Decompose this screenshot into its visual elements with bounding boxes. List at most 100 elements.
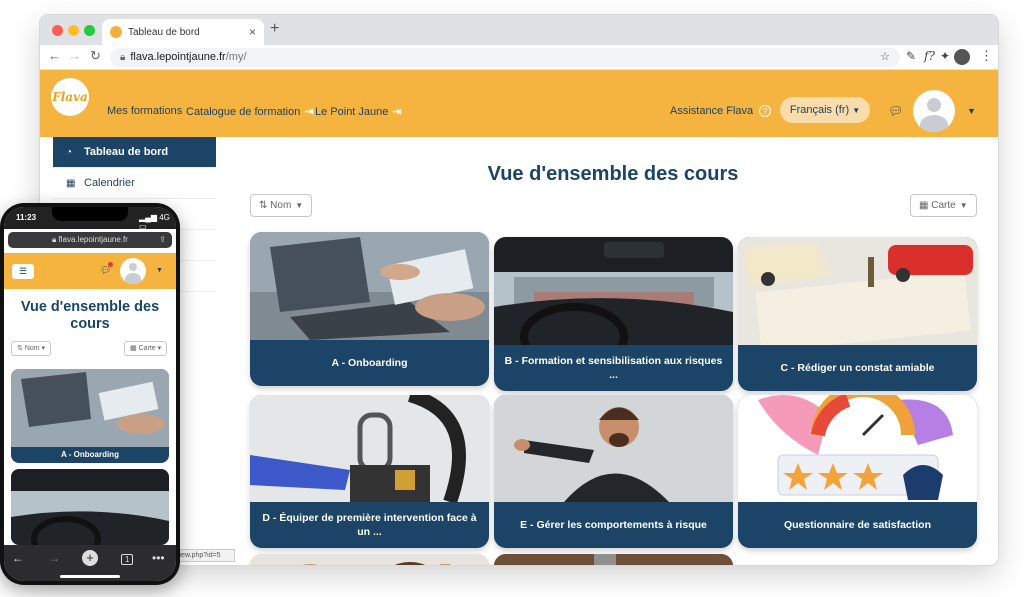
- course-image-wood: [494, 554, 733, 565]
- help-link[interactable]: Assistance Flava?: [670, 105, 772, 117]
- eyedropper-icon[interactable]: ✎: [906, 49, 916, 63]
- course-image-car-interior: [11, 469, 169, 545]
- grid-icon: ▦: [130, 345, 137, 352]
- profile-icon[interactable]: [954, 49, 970, 65]
- nav-catalogue[interactable]: Catalogue de formation ⇥: [186, 105, 314, 118]
- language-selector[interactable]: Français (fr) ▼: [780, 97, 870, 123]
- url-host: flava.lepointjaune.fr: [130, 51, 226, 63]
- page-title: Vue d'ensemble des cours: [487, 163, 739, 185]
- reload-icon[interactable]: ↻: [90, 48, 101, 64]
- course-title: E - Gérer les comportements à risque: [520, 519, 707, 531]
- user-menu-caret-icon[interactable]: ▼: [967, 106, 976, 116]
- nav-le-point-jaune[interactable]: Le Point Jaune ⇥: [315, 105, 402, 118]
- help-label: Assistance Flava: [670, 105, 754, 117]
- network-label: 4G: [159, 213, 170, 222]
- course-title: A - Onboarding: [61, 450, 119, 459]
- formula-extension-icon[interactable]: f?: [924, 49, 935, 63]
- notification-badge: [108, 262, 113, 267]
- extensions-puzzle-icon[interactable]: ✦: [940, 49, 950, 63]
- messages-icon[interactable]: 💬︎: [888, 104, 903, 118]
- course-card[interactable]: D - Équiper de première intervention fac…: [250, 395, 489, 548]
- chevron-down-icon: ▼: [852, 106, 861, 115]
- course-title: C - Rédiger un constat amiable: [780, 362, 935, 374]
- logo-text: Flava: [52, 90, 88, 104]
- home-indicator: [60, 575, 120, 578]
- course-image-people: [250, 554, 489, 565]
- hamburger-menu-button[interactable]: ☰: [12, 264, 34, 279]
- course-card-partial[interactable]: [250, 554, 489, 565]
- sidebar-item-label: Tableau de bord: [84, 146, 169, 158]
- chevron-down-icon: ▼: [959, 201, 968, 210]
- course-card[interactable]: E - Gérer les comportements à risque: [494, 395, 733, 548]
- favicon-icon: [110, 26, 122, 38]
- battery-icon: ▭: [139, 222, 147, 231]
- phone-network: ▂▄▆ 4G ▭: [139, 213, 176, 231]
- user-avatar[interactable]: [913, 90, 955, 132]
- phone-notch: [52, 207, 128, 221]
- course-card-partial[interactable]: [494, 554, 733, 565]
- sort-icon: ⇅: [259, 200, 268, 211]
- address-bar: ← → ↻ 🔒︎ flava.lepointjaune.fr/my/ ☆ ✎ f?…: [40, 45, 998, 70]
- phone-screen: 11:23 ▂▄▆ 4G ▭ 🔒︎ flava.lepointjaune.fr …: [4, 207, 176, 581]
- sidebar-item-dashboard[interactable]: ◔ Tableau de bord: [53, 137, 216, 168]
- phone-site-header: ☰ 💬︎ ▼: [4, 253, 176, 289]
- course-image-satisfaction-rating: [738, 395, 977, 502]
- signal-icon: ▂▄▆: [139, 213, 157, 222]
- external-link-icon: ⇥: [304, 106, 314, 118]
- new-tab-plus-icon[interactable]: +: [82, 550, 98, 566]
- course-card[interactable]: C - Rédiger un constat amiable: [738, 237, 977, 391]
- lock-icon: 🔒︎: [120, 52, 126, 63]
- course-card[interactable]: A - Onboarding: [250, 232, 489, 386]
- more-menu-icon[interactable]: •••: [152, 551, 165, 565]
- back-icon[interactable]: ←: [48, 48, 61, 63]
- course-card[interactable]: B - Formation et sensibilisation aux ris…: [494, 237, 733, 391]
- course-title: B - Formation et sensibilisation aux ris…: [504, 355, 723, 381]
- close-window-button[interactable]: [52, 25, 63, 36]
- url-path: /my/: [225, 51, 247, 63]
- sidebar-item-calendar[interactable]: ▦ Calendrier: [53, 168, 216, 199]
- tabs-count-button[interactable]: 1: [121, 554, 134, 565]
- lock-icon: 🔒︎: [52, 235, 57, 244]
- user-menu-caret-icon[interactable]: ▼: [156, 267, 163, 274]
- phone-frame: 11:23 ▂▄▆ 4G ▭ 🔒︎ flava.lepointjaune.fr …: [0, 203, 180, 585]
- browser-window: Tableau de bord × + ← → ↻ 🔒︎ flava.lepoin…: [40, 15, 998, 565]
- forward-icon[interactable]: →: [48, 551, 60, 565]
- phone-bottom-toolbar: ← → + 1 •••: [4, 545, 176, 581]
- forward-icon[interactable]: →: [68, 48, 81, 63]
- phone-view-dropdown[interactable]: ▦ Carte ▾: [124, 341, 168, 356]
- phone-url-text: flava.lepointjaune.fr: [58, 235, 128, 244]
- course-title: D - Équiper de première intervention fac…: [262, 512, 477, 538]
- back-icon[interactable]: ←: [12, 551, 24, 565]
- url-field[interactable]: 🔒︎ flava.lepointjaune.fr/my/ ☆: [110, 48, 900, 67]
- tab-title: Tableau de bord: [128, 26, 200, 38]
- course-card[interactable]: Questionnaire de satisfaction: [738, 395, 977, 548]
- view-dropdown[interactable]: ▦ Carte ▼: [910, 194, 977, 217]
- share-icon[interactable]: ⇪: [159, 232, 166, 248]
- grid-icon: ▦: [919, 200, 929, 211]
- tab-close-icon[interactable]: ×: [249, 25, 256, 39]
- phone-sort-dropdown[interactable]: ⇅ Nom ▾: [11, 341, 52, 356]
- user-avatar[interactable]: [120, 258, 146, 284]
- calendar-icon: ▦: [66, 178, 76, 189]
- phone-status-bar: 11:23 ▂▄▆ 4G ▭: [4, 207, 176, 231]
- course-image-angry-man: [494, 395, 733, 502]
- new-tab-button[interactable]: +: [270, 20, 279, 38]
- dashboard-icon: ◔: [66, 147, 73, 158]
- course-image-extinguisher: [250, 395, 489, 502]
- language-label: Français (fr): [789, 104, 850, 116]
- chevron-down-icon: ▼: [295, 201, 304, 210]
- bookmark-star-icon[interactable]: ☆: [880, 48, 890, 67]
- phone-page-title: Vue d'ensemble des cours: [20, 299, 160, 332]
- minimize-window-button[interactable]: [68, 25, 79, 36]
- external-link-icon: ⇥: [392, 106, 402, 118]
- phone-course-card[interactable]: A - Onboarding: [11, 369, 169, 463]
- browser-menu-icon[interactable]: ⋮: [980, 48, 993, 64]
- course-image-car-interior: [494, 237, 733, 345]
- nav-mes-formations[interactable]: Mes formations: [107, 105, 182, 117]
- phone-course-card[interactable]: [11, 469, 169, 545]
- browser-tab[interactable]: Tableau de bord ×: [102, 19, 264, 45]
- sort-dropdown[interactable]: ⇅ Nom ▼: [250, 194, 313, 217]
- maximize-window-button[interactable]: [84, 25, 95, 36]
- phone-url-bar[interactable]: 🔒︎ flava.lepointjaune.fr ⇪: [8, 232, 172, 248]
- flava-logo[interactable]: Flava: [51, 78, 89, 116]
